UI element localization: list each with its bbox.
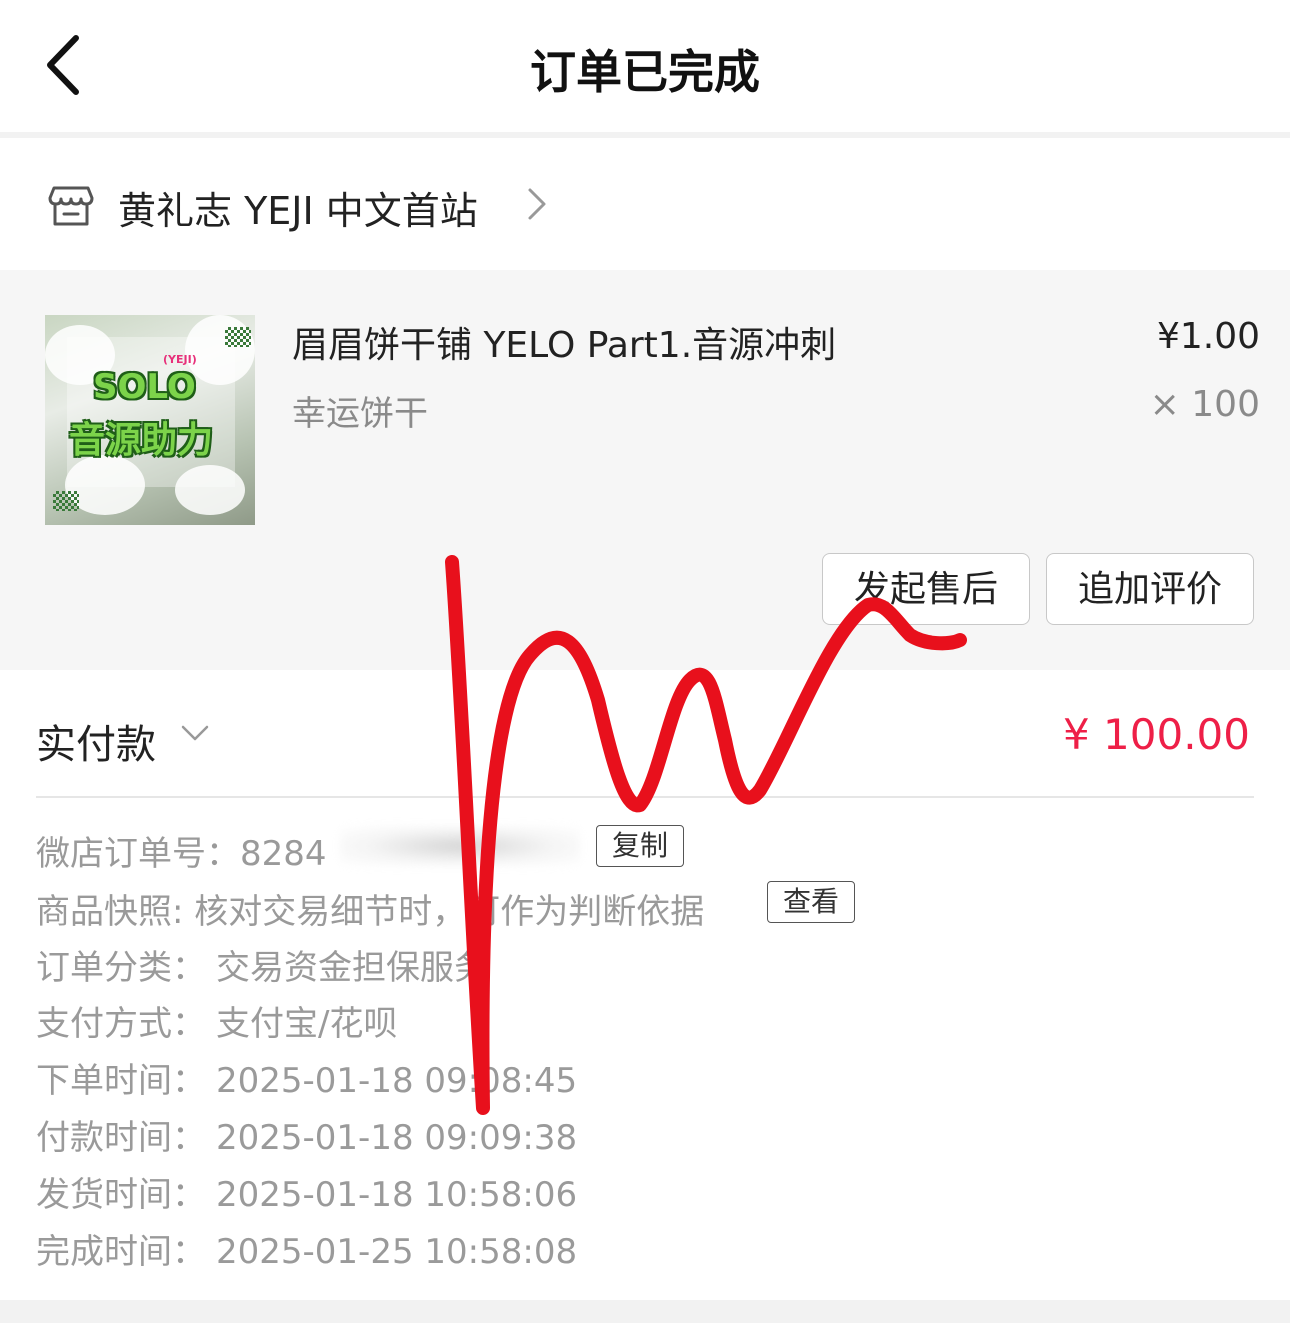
shipping-time-row: 发货时间： 2025-01-18 10:58:06: [36, 1167, 577, 1216]
thumbnail-help: 音源助力: [69, 420, 214, 461]
thumbnail-tag: (YEJI): [163, 353, 197, 366]
shop-name[interactable]: 黄礼志 YEJI 中文首站: [118, 180, 478, 235]
payment-method-row: 支付方式： 支付宝/花呗: [36, 996, 397, 1045]
payment-time-label: 付款时间：: [36, 1118, 206, 1158]
order-number-label: 微店订单号：: [36, 834, 240, 874]
view-snapshot-button[interactable]: 查看: [767, 881, 855, 923]
completion-time-row: 完成时间： 2025-01-25 10:58:08: [36, 1224, 577, 1273]
after-sale-button[interactable]: 发起售后: [822, 553, 1030, 625]
paid-amount: ¥ 100.00: [1062, 710, 1250, 759]
product-price: ¥1.00: [1156, 316, 1260, 357]
chevron-right-icon[interactable]: [524, 186, 548, 222]
product-title[interactable]: 眉眉饼干铺 YELO Part1.音源冲刺: [292, 316, 836, 368]
nav-bar: 订单已完成: [0, 0, 1290, 132]
shipping-time-value: 2025-01-18 10:58:06: [216, 1175, 578, 1215]
paid-label[interactable]: 实付款: [36, 712, 156, 770]
thumbnail-solo: SOLO: [93, 367, 196, 407]
add-review-button[interactable]: 追加评价: [1046, 553, 1254, 625]
redacted-order-number: [340, 826, 580, 866]
payment-method-label: 支付方式：: [36, 1004, 206, 1044]
order-category-row: 订单分类： 交易资金担保服务: [36, 940, 488, 989]
page-title: 订单已完成: [530, 45, 760, 99]
payment-method-value: 支付宝/花呗: [216, 1004, 398, 1044]
order-time-label: 下单时间：: [36, 1061, 206, 1101]
order-category-label: 订单分类：: [36, 948, 206, 988]
copy-button[interactable]: 复制: [596, 825, 684, 867]
shipping-time-label: 发货时间：: [36, 1175, 206, 1215]
product-quantity: × 100: [1149, 384, 1260, 425]
snapshot-row: 商品快照: 核对交易细节时，可作为判断依据: [36, 892, 705, 932]
payment-time-row: 付款时间： 2025-01-18 09:09:38: [36, 1110, 577, 1159]
order-time-value: 2025-01-18 09:08:45: [216, 1061, 578, 1101]
completion-time-value: 2025-01-25 10:58:08: [216, 1232, 578, 1272]
order-number-value: 8284: [240, 834, 327, 874]
completion-time-label: 完成时间：: [36, 1232, 206, 1272]
bottom-band: [0, 1300, 1290, 1323]
divider: [36, 796, 1254, 798]
order-number-row: 微店订单号：8284: [36, 826, 327, 875]
chevron-down-icon[interactable]: [180, 722, 210, 744]
product-spec: 幸运饼干: [292, 394, 428, 434]
shop-icon: [48, 186, 94, 226]
order-category-value: 交易资金担保服务: [216, 948, 488, 988]
payment-time-value: 2025-01-18 09:09:38: [216, 1118, 578, 1158]
order-time-row: 下单时间： 2025-01-18 09:08:45: [36, 1053, 577, 1102]
product-thumbnail[interactable]: (YEJI) SOLO 音源助力: [45, 315, 255, 525]
